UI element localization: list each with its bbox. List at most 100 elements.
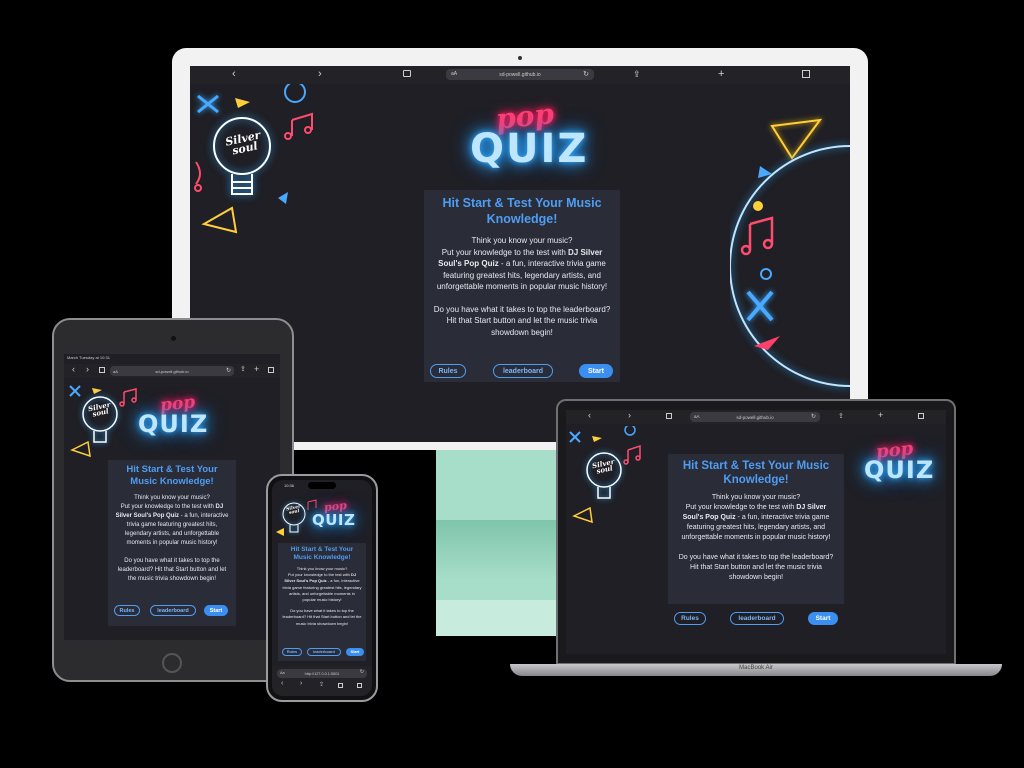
- imac-camera: [518, 56, 522, 60]
- ipad-intro-cta: Do you have what it takes to top the lea…: [117, 558, 227, 582]
- cross-icon: [746, 290, 774, 322]
- back-chevron-icon[interactable]: ‹: [588, 410, 591, 420]
- music-note-icon: [194, 161, 202, 192]
- mb-intro-cta: Do you have what it takes to top the lea…: [678, 554, 834, 581]
- macbook-label: MacBook Air: [739, 665, 773, 671]
- phone-browser-bar: Aa http://127.0.0.1:5501 ↻ ‹ › ⇪: [272, 666, 372, 696]
- reload-icon[interactable]: ↻: [226, 367, 231, 374]
- tabs-icon[interactable]: [357, 683, 362, 688]
- intro-card: Hit Start & Test Your Music Knowledge! T…: [424, 190, 620, 382]
- forward-chevron-icon[interactable]: ›: [86, 364, 89, 374]
- ipad-address-bar[interactable]: aA sd-powell.github.io ↻: [110, 366, 234, 376]
- mb-intro-body: Put your knowledge to the test with DJ S…: [675, 503, 837, 543]
- phone-text-size[interactable]: Aa: [280, 671, 285, 675]
- ipad-rules-button[interactable]: Rules: [114, 605, 140, 616]
- music-note-icon: [284, 112, 313, 140]
- circle-icon: [760, 268, 772, 280]
- reader-icon[interactable]: [99, 367, 105, 373]
- reload-icon[interactable]: ↻: [583, 70, 589, 78]
- triangle-icon: [592, 436, 602, 442]
- address-bar[interactable]: aA sd-powell.github.io ↻: [446, 69, 594, 80]
- back-chevron-icon[interactable]: ‹: [72, 364, 75, 374]
- left-neon-decor: [194, 84, 313, 234]
- ipad-intro-pre: Put your knowledge to the test with: [120, 504, 216, 510]
- reload-icon[interactable]: ↻: [360, 669, 364, 675]
- share-icon[interactable]: ⇪: [838, 412, 844, 420]
- ipad-home-button[interactable]: [162, 653, 182, 673]
- mb-text-size[interactable]: aA: [694, 414, 700, 419]
- leaderboard-button[interactable]: leaderboard: [493, 364, 553, 378]
- tabs-icon[interactable]: [268, 367, 274, 373]
- mb-intro-pre: Put your knowledge to the test with: [685, 504, 797, 511]
- mb-intro-question: Think you know your music?: [711, 494, 801, 501]
- mb-url-text: sd-powell.github.io: [736, 414, 774, 420]
- phone-url-text: http://127.0.0.1:5501: [304, 671, 340, 676]
- ipad-intro-question: Think you know your music?: [134, 495, 210, 501]
- tabs-icon[interactable]: [802, 70, 810, 78]
- mb-start-button[interactable]: Start: [808, 612, 838, 625]
- share-icon[interactable]: ⇪: [319, 681, 324, 688]
- plus-icon[interactable]: +: [718, 68, 724, 80]
- ipad-start-button[interactable]: Start: [204, 605, 228, 616]
- circle-icon: [624, 426, 636, 436]
- reader-icon[interactable]: [403, 70, 411, 77]
- ipad-leaderboard-button[interactable]: leaderboard: [150, 605, 196, 616]
- mb-intro-heading: Hit Start & Test Your Music Knowledge!: [682, 460, 830, 486]
- back-chevron-icon[interactable]: ‹: [281, 680, 283, 687]
- phone-screen: 10:36 Silver soul pop QUIZ Hit Start & T…: [272, 480, 372, 696]
- forward-chevron-icon[interactable]: ›: [318, 68, 322, 80]
- music-note-icon: [623, 444, 641, 465]
- mb-leaderboard-button[interactable]: leaderboard: [730, 612, 784, 625]
- triangle-icon: [201, 206, 238, 234]
- ipad-intro-heading: Hit Start & Test Your Music Knowledge!: [126, 464, 218, 487]
- right-neon-decor: [730, 118, 850, 387]
- ipad-url-text: sd-powell.github.io: [155, 368, 189, 374]
- start-button[interactable]: Start: [579, 364, 613, 378]
- share-icon[interactable]: ⇪: [240, 365, 246, 373]
- triangle-icon: [235, 98, 250, 108]
- mb-neon-decor: [569, 426, 641, 524]
- phone-leaderboard-button[interactable]: leaderboard: [307, 648, 341, 656]
- intro-heading: Hit Start & Test Your Music Knowledge!: [442, 196, 602, 226]
- circle-icon: [753, 201, 763, 211]
- mb-address-bar[interactable]: aA sd-powell.github.io ↻: [690, 412, 820, 422]
- ipad-screen: March Tuesday at 10:31 ‹ › aA sd-powell.…: [64, 354, 280, 640]
- ipad-logo-quiz: QUIZ: [138, 410, 209, 438]
- plus-icon[interactable]: +: [254, 364, 259, 374]
- phone-rules-button[interactable]: Rules: [282, 648, 302, 656]
- intro-question: Think you know your music?: [471, 236, 573, 245]
- cross-icon: [197, 94, 219, 114]
- circle-icon: [284, 84, 306, 103]
- phone-intro-cta: Do you have what it takes to top the lea…: [282, 608, 362, 626]
- ipad-status-time: March Tuesday at 10:31: [67, 355, 110, 360]
- ipad-intro-body: Put your knowledge to the test with DJ S…: [114, 503, 230, 548]
- reload-icon[interactable]: ↻: [811, 413, 816, 420]
- text-size-label[interactable]: aA: [451, 71, 457, 77]
- phone-intro-body: Put your knowledge to the test with DJ S…: [282, 572, 362, 603]
- back-chevron-icon[interactable]: ‹: [232, 68, 236, 80]
- plus-icon[interactable]: +: [878, 410, 883, 420]
- intro-pre: Put your knowledge to the test with: [441, 247, 569, 257]
- music-note-icon: [307, 499, 317, 510]
- mb-rules-button[interactable]: Rules: [674, 612, 706, 625]
- forward-chevron-icon[interactable]: ›: [628, 410, 631, 420]
- phone-logo-quiz: QUIZ: [312, 511, 356, 529]
- neon-arc: [730, 145, 850, 387]
- forward-chevron-icon[interactable]: ›: [300, 680, 302, 687]
- share-icon[interactable]: ⇪: [633, 69, 641, 80]
- mb-intro-card: Hit Start & Test Your Music Knowledge! T…: [668, 454, 844, 604]
- phone-start-button[interactable]: Start: [346, 648, 364, 656]
- cross-icon: [69, 385, 81, 397]
- triangle-icon: [92, 388, 102, 394]
- rules-button[interactable]: Rules: [430, 364, 466, 378]
- ipad-text-size[interactable]: aA: [113, 369, 118, 374]
- reader-icon[interactable]: [338, 683, 343, 688]
- tabs-icon[interactable]: [918, 413, 924, 419]
- ipad-intro-card: Hit Start & Test Your Music Knowledge! T…: [108, 460, 236, 626]
- ipad-camera: [171, 336, 176, 341]
- phone-status-time: 10:36: [284, 483, 295, 488]
- phone-address-bar[interactable]: Aa http://127.0.0.1:5501 ↻: [277, 669, 367, 678]
- phone-intro-pre: Put your knowledge to the test with: [287, 572, 352, 578]
- macbook-screen: ‹ › aA sd-powell.github.io ↻ ⇪ + Silver …: [566, 410, 946, 654]
- reader-icon[interactable]: [666, 413, 672, 419]
